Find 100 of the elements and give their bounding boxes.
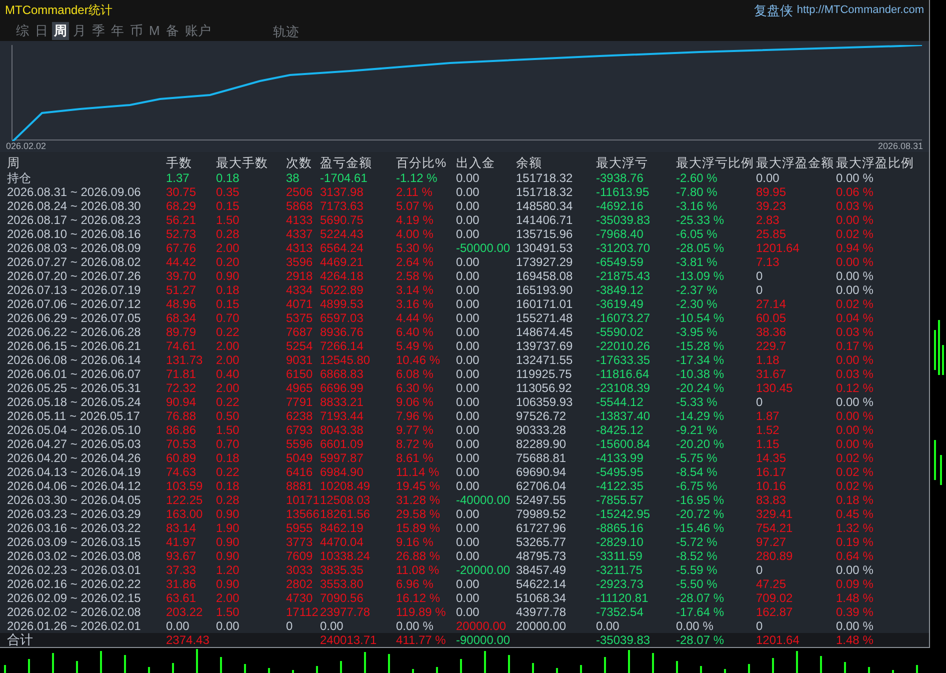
table-cell-text: 0.00 %	[836, 563, 874, 577]
website-link[interactable]: http://MTCommander.com	[796, 2, 924, 19]
table-cell-text: 39.70	[166, 269, 198, 283]
table-cell-text: -4692.16	[596, 199, 644, 213]
table-cell-text: 0.02 %	[836, 465, 874, 479]
period-tab[interactable]: 综	[14, 22, 31, 40]
table-cell-text: -35039.83	[596, 213, 652, 227]
table-cell-text: 23977.78	[320, 605, 372, 619]
trace-button[interactable]: 轨迹	[270, 22, 301, 40]
period-tab[interactable]: 月	[71, 22, 88, 40]
table-cell-text: 2.00	[216, 353, 240, 367]
table-cell-text: -2923.73	[596, 577, 644, 591]
table-cell-text: -10.38 %	[676, 367, 726, 381]
table-cell-text: 10208.49	[320, 479, 372, 493]
period-tab[interactable]: 币	[128, 22, 145, 40]
table-cell-text: 90333.28	[516, 423, 568, 437]
table-cell-text: 0.00	[456, 465, 480, 479]
table-cell-text: 9.16 %	[396, 535, 434, 549]
period-tab[interactable]: 备	[164, 22, 181, 40]
chart-end-date: 2026.08.31	[878, 141, 923, 152]
table-cell-text: -17633.35	[596, 353, 652, 367]
table-cell-text: 0.00 %	[836, 171, 874, 185]
table-cell-text: 10.46 %	[396, 353, 442, 367]
table-cell-text: 2026.04.13 ~ 2026.04.19	[7, 465, 142, 479]
table-cell-text: 0.00	[456, 297, 480, 311]
period-tab[interactable]: 账户	[182, 22, 213, 40]
table-cell-text: 2.00	[216, 381, 240, 395]
table-cell-text: 持仓	[7, 171, 32, 185]
table-cell-text: 0	[756, 619, 764, 633]
table-cell-text: 48.96	[166, 297, 198, 311]
table-cell-text: -4133.99	[596, 451, 644, 465]
table-cell-text: 2026.06.01 ~ 2026.06.07	[7, 367, 142, 381]
table-cell-text: 0.50	[216, 409, 240, 423]
table-cell-text: 4334	[286, 283, 314, 297]
table-cell-text: 3596	[286, 255, 314, 269]
table-cell-text: -16.95 %	[676, 493, 726, 507]
table-cell-text: 0.00	[456, 381, 480, 395]
table-cell-text: 7687	[286, 325, 314, 339]
table-cell-text: 48795.73	[516, 549, 568, 563]
column-header: 手数	[166, 156, 193, 171]
period-tab[interactable]: M	[147, 22, 162, 40]
table-cell-text: -17.64 %	[676, 605, 726, 619]
table-cell-text: 5375	[286, 311, 314, 325]
table-cell-text: 68.34	[166, 311, 198, 325]
table-cell-text: 5049	[286, 451, 314, 465]
table-cell-text: 0.18	[216, 479, 240, 493]
table-cell-text: -28.07 %	[676, 633, 726, 647]
table-cell-text: 93.67	[166, 549, 198, 563]
table-cell-text: 90.94	[166, 395, 198, 409]
column-header: 盈亏金额	[320, 156, 373, 171]
table-cell-text: 0.70	[216, 311, 240, 325]
table-cell-text: 203.22	[166, 605, 204, 619]
table-cell-text: 62706.04	[516, 479, 568, 493]
table-cell-text: 38	[286, 171, 300, 185]
table-cell-text: 0.39 %	[836, 605, 874, 619]
table-cell-text: 411.77 %	[396, 633, 447, 647]
table-cell-text: 3835.35	[320, 563, 364, 577]
table-cell-text: 6.96 %	[396, 577, 434, 591]
table-cell-text: 0.15	[216, 199, 240, 213]
table-cell-text: 2026.08.10 ~ 2026.08.16	[7, 227, 142, 241]
table-cell-text: 26.88 %	[396, 549, 442, 563]
table-cell-text: 5997.87	[320, 451, 364, 465]
table-cell-text: 30.75	[166, 185, 198, 199]
table-cell-text: 3553.80	[320, 577, 364, 591]
table-cell-text: 0	[756, 395, 764, 409]
table-cell-text: 2026.08.17 ~ 2026.08.23	[7, 213, 142, 227]
table-cell-text: 5868	[286, 199, 314, 213]
table-cell-text: 83.14	[166, 521, 198, 535]
table-cell-text: 70.53	[166, 437, 198, 451]
table-cell-text: 5.49 %	[396, 339, 434, 353]
table-cell-text: 0.03 %	[836, 367, 874, 381]
period-tab[interactable]: 周	[52, 22, 69, 40]
table-cell-text: 19.45 %	[396, 479, 442, 493]
table-cell-text: -5.50 %	[676, 577, 718, 591]
table-cell-text: 27.14	[756, 297, 788, 311]
period-tab[interactable]: 季	[90, 22, 107, 40]
table-cell-text: 0.64 %	[836, 549, 874, 563]
table-cell-text: 130491.53	[516, 241, 574, 255]
table-cell-text: 0.28	[216, 227, 240, 241]
table-cell-text: 2026.07.27 ~ 2026.08.02	[7, 255, 142, 269]
table-cell-text: 0.00	[456, 269, 480, 283]
table-cell-text: 2026.01.26 ~ 2026.02.01	[7, 619, 142, 633]
table-cell-text: 5.30 %	[396, 241, 434, 255]
table-cell-text: 148674.45	[516, 325, 574, 339]
table-cell-text: 0	[756, 563, 764, 577]
table-cell-text: 0.00	[456, 311, 480, 325]
table-cell-text: 6416	[286, 465, 314, 479]
table-cell-text: -28.05 %	[676, 241, 726, 255]
table-cell-text: 6564.24	[320, 241, 364, 255]
period-tab[interactable]: 日	[33, 22, 50, 40]
table-cell-text: 1.18	[756, 353, 780, 367]
period-tab[interactable]: 年	[109, 22, 126, 40]
table-cell-text: 4133	[286, 213, 314, 227]
table-cell-text: 7266.14	[320, 339, 364, 353]
table-cell-text: 119.89 %	[396, 605, 447, 619]
table-cell-text: 119925.75	[516, 367, 573, 381]
table-cell-text: -3211.75	[596, 563, 644, 577]
table-cell-text: 0.03 %	[836, 199, 874, 213]
table-cell-text: 71.81	[166, 367, 198, 381]
table-cell-text: 4071	[286, 297, 314, 311]
